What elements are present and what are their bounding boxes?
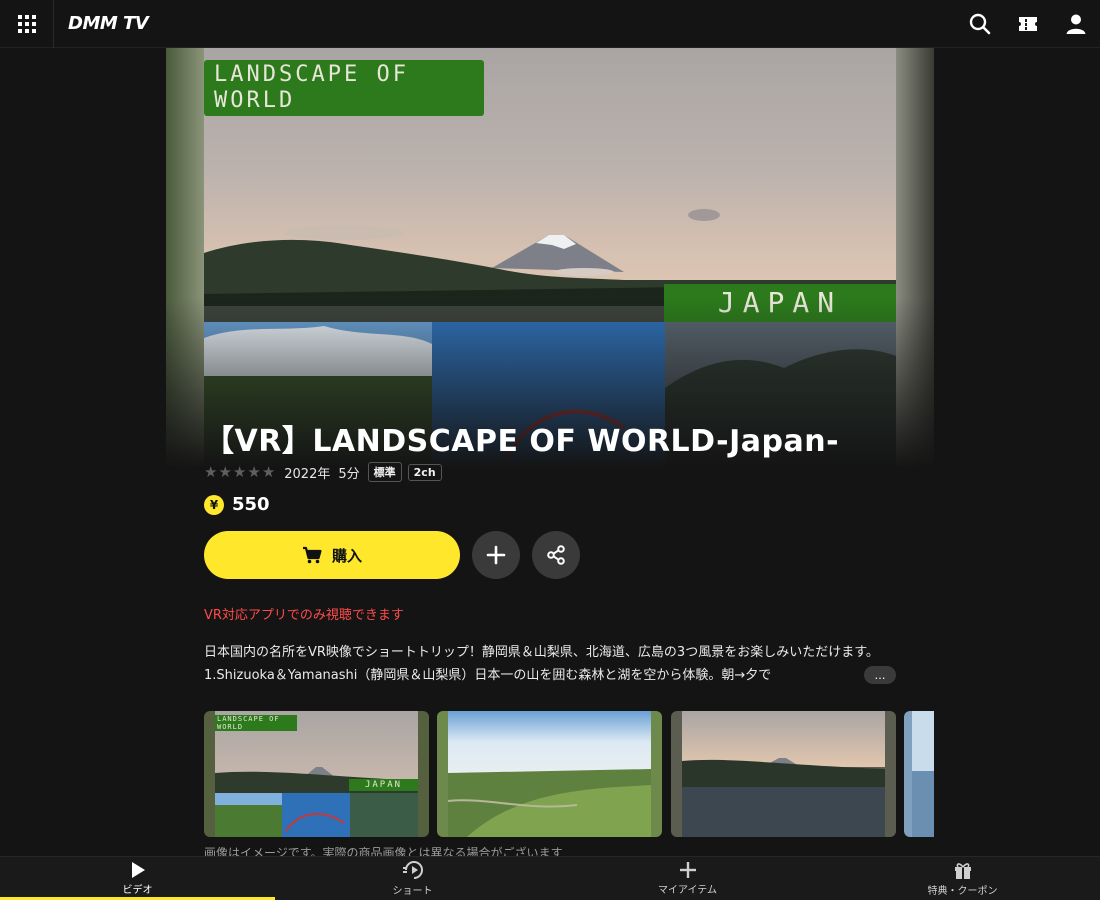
nav-coupons-label: 特典・クーポン bbox=[927, 886, 998, 897]
thumbnail-art bbox=[904, 711, 934, 837]
plus-icon bbox=[679, 862, 696, 878]
release-year: 2022年 bbox=[284, 466, 331, 482]
description: 日本国内の名所をVR映像でショートトリップ！静岡県＆山梨県、北海道、広島の3つ風… bbox=[204, 645, 879, 683]
nav-short[interactable]: ショート bbox=[275, 857, 550, 900]
content-meta: ★ ★ ★ ★ ★ 2022年 5分 標準 2ch bbox=[204, 461, 448, 483]
bottom-navigation: ビデオ ショート マイアイテム 特典・クーポン bbox=[0, 856, 1100, 900]
audio-tag: 2ch bbox=[407, 463, 442, 481]
search-button[interactable] bbox=[968, 12, 992, 36]
short-play-icon bbox=[402, 861, 423, 879]
screenshot-thumbnail-1[interactable]: LANDSCAPE OF WORLD JAPAN bbox=[204, 711, 429, 837]
cart-icon bbox=[302, 546, 322, 564]
star-icon: ★ bbox=[204, 462, 218, 481]
nav-my-items[interactable]: マイアイテム bbox=[550, 857, 825, 900]
thumbnail-series-badge: LANDSCAPE OF WORLD bbox=[217, 715, 280, 731]
plus-icon bbox=[486, 545, 506, 565]
thumbnail-country-badge: JAPAN bbox=[364, 780, 403, 790]
star-icon: ★ bbox=[218, 462, 232, 481]
content-title: 【VR】LANDSCAPE OF WORLD-Japan- bbox=[204, 424, 840, 459]
nav-video-label: ビデオ bbox=[122, 885, 153, 896]
screenshot-thumbnail-4[interactable] bbox=[904, 711, 934, 837]
dmm-tv-logo[interactable]: DMM TV bbox=[68, 13, 149, 34]
add-to-mylist-button[interactable] bbox=[472, 531, 520, 579]
gift-icon bbox=[954, 863, 971, 879]
vr-only-notice: VR対応アプリでのみ視聴できます bbox=[204, 608, 404, 623]
hero-series-badge: LANDSCAPE OF WORLD bbox=[204, 60, 484, 116]
user-icon bbox=[1066, 14, 1086, 34]
expand-description-button[interactable]: … bbox=[864, 666, 896, 684]
quality-tag: 標準 bbox=[367, 462, 402, 482]
star-icon: ★ bbox=[247, 462, 261, 481]
screenshot-thumbnail-3[interactable] bbox=[671, 711, 896, 837]
thumbnail-art bbox=[437, 711, 662, 837]
star-rating: ★ ★ ★ ★ ★ bbox=[204, 462, 276, 481]
ticket-icon bbox=[1019, 17, 1037, 31]
duration: 5分 bbox=[338, 466, 360, 482]
share-icon bbox=[547, 545, 565, 565]
price: ¥ 550 bbox=[204, 494, 270, 515]
thumbnail-art bbox=[671, 711, 896, 837]
play-icon bbox=[131, 862, 145, 878]
search-icon bbox=[969, 13, 991, 35]
star-icon: ★ bbox=[261, 462, 276, 481]
ticket-button[interactable] bbox=[1016, 12, 1040, 36]
menu-grid-button[interactable] bbox=[0, 0, 54, 48]
app-header: DMM TV bbox=[0, 0, 1100, 48]
nav-coupons[interactable]: 特典・クーポン bbox=[825, 857, 1100, 900]
star-icon: ★ bbox=[232, 462, 247, 481]
hero-key-art: LANDSCAPE OF WORLD JAPAN bbox=[166, 48, 934, 468]
nav-short-label: ショート bbox=[392, 886, 433, 897]
account-button[interactable] bbox=[1064, 12, 1088, 36]
buy-label: 購入 bbox=[331, 546, 362, 565]
buy-button[interactable]: 購入 bbox=[204, 531, 460, 579]
nav-video[interactable]: ビデオ bbox=[0, 857, 275, 900]
screenshot-thumbnail-2[interactable] bbox=[437, 711, 662, 837]
share-button[interactable] bbox=[532, 531, 580, 579]
price-value: 550 bbox=[232, 494, 270, 515]
grid-icon bbox=[17, 15, 36, 33]
nav-my-items-label: マイアイテム bbox=[658, 885, 717, 896]
yen-coin-icon: ¥ bbox=[204, 494, 224, 515]
